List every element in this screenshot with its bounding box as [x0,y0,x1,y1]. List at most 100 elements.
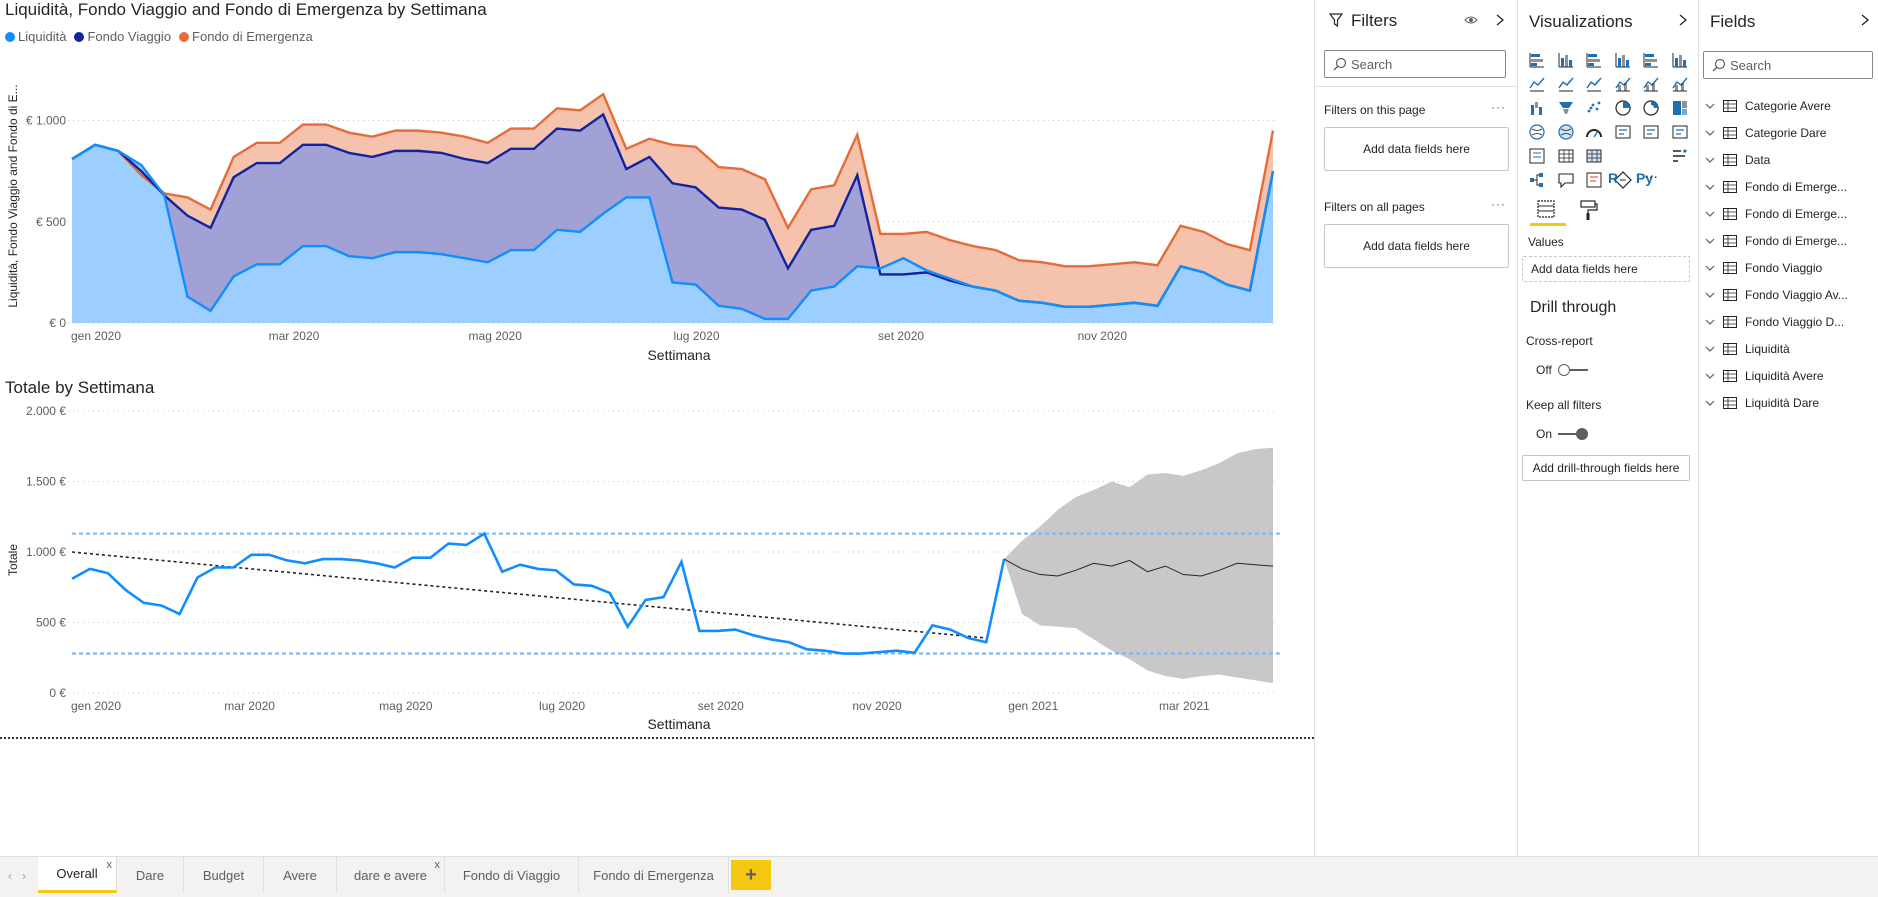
collapse-visualizations-icon[interactable] [1678,14,1688,26]
field-table-item[interactable]: Fondo Viaggio D... [1705,315,1844,329]
field-table-label: Data [1745,153,1771,167]
page-tab-fondo-di-viaggio[interactable]: Fondo di Viaggio [445,857,579,893]
next-page-icon[interactable]: › [22,869,26,883]
line-chart[interactable]: 2.000 € 1.500 € 1.000 € 500 € 0 € gen 2020 mar… [0,380,1314,740]
drill-through-drop-zone[interactable]: Add drill-through fields here [1522,455,1690,481]
chevron-down-icon[interactable] [1705,182,1715,192]
table-icon[interactable] [1557,147,1575,165]
multi-row-card-icon[interactable] [1642,123,1660,141]
area-chart[interactable]: € 1.000 € 500 € 0 gen 2020 mar 2020 mag 2020 l… [0,0,1314,370]
page-tab-label: Fondo di Viaggio [462,867,561,883]
page-tab-dare[interactable]: Dare [117,857,184,893]
more-options-icon[interactable]: ··· [1491,197,1506,211]
fields-search-input[interactable]: Search [1703,51,1873,79]
table-icon [1723,370,1737,382]
field-table-item[interactable]: Liquidità [1705,342,1790,356]
collapse-fields-icon[interactable] [1860,14,1870,26]
close-tab-icon[interactable]: x [435,859,441,871]
line-and-clustered-column-icon[interactable] [1642,75,1660,93]
ribbon-chart-icon[interactable] [1671,75,1689,93]
gauge-icon[interactable] [1585,123,1603,141]
donut-chart-icon[interactable] [1642,99,1660,117]
pie-chart-icon[interactable] [1614,99,1632,117]
page-tab-fondo-di-emergenza[interactable]: Fondo di Emergenza [579,857,729,893]
field-table-item[interactable]: Categorie Dare [1705,126,1826,140]
chevron-down-icon[interactable] [1705,290,1715,300]
keep-all-filters-toggle[interactable]: On [1536,427,1589,441]
stacked-area-chart-icon[interactable] [1585,75,1603,93]
field-table-item[interactable]: Categorie Avere [1705,99,1831,113]
x-axis-title: Settimana [647,716,710,732]
page-tab-overall[interactable]: Overall x [38,857,117,893]
filters-search-input[interactable]: Search [1324,50,1506,78]
filter-icon [1329,13,1343,27]
waterfall-chart-icon[interactable] [1528,99,1546,117]
more-visuals-icon[interactable]: ··· [1644,168,1658,184]
chevron-down-icon[interactable] [1705,236,1715,246]
eye-icon[interactable] [1464,14,1478,26]
more-options-icon[interactable]: ··· [1491,100,1506,114]
chevron-down-icon[interactable] [1705,128,1715,138]
field-table-item[interactable]: Fondo di Emerge... [1705,207,1847,221]
kpi-icon[interactable] [1671,123,1689,141]
collapse-filters-icon[interactable] [1495,14,1505,26]
chevron-down-icon[interactable] [1705,263,1715,273]
qa-icon[interactable] [1557,171,1575,189]
key-influencers-icon[interactable] [1671,147,1689,165]
100-stacked-bar-chart-icon[interactable] [1642,51,1660,69]
page-tab-avere[interactable]: Avere [264,857,337,893]
format-paint-roller-icon[interactable] [1578,199,1598,221]
funnel-chart-icon[interactable] [1557,99,1575,117]
field-table-item[interactable]: Fondo Viaggio Av... [1705,288,1848,302]
x-tick-label: mag 2020 [469,329,523,343]
chevron-down-icon[interactable] [1705,209,1715,219]
line-chart-icon[interactable] [1528,75,1546,93]
search-placeholder: Search [1351,57,1393,72]
area-chart-icon[interactable] [1557,75,1575,93]
page-tab-dare-e-avere[interactable]: dare e avere x [337,857,445,893]
field-table-item[interactable]: Fondo di Emerge... [1705,234,1847,248]
chevron-down-icon[interactable] [1705,398,1715,408]
chevron-down-icon[interactable] [1705,155,1715,165]
card-icon[interactable] [1614,123,1632,141]
decomposition-tree-icon[interactable] [1528,171,1546,189]
stacked-column-chart-icon[interactable] [1557,51,1575,69]
treemap-icon[interactable] [1671,99,1689,117]
line-and-stacked-column-icon[interactable] [1614,75,1632,93]
chevron-down-icon[interactable] [1705,371,1715,381]
matrix-icon[interactable] [1585,147,1603,165]
field-table-item[interactable]: Liquidità Dare [1705,396,1819,410]
report-canvas: Liquidità, Fondo Viaggio and Fondo di Em… [0,0,1314,856]
stacked-bar-chart-icon[interactable] [1528,51,1546,69]
smart-narrative-icon[interactable] [1585,171,1603,189]
previous-page-icon[interactable]: ‹ [8,869,12,883]
clustered-column-chart-icon[interactable] [1614,51,1632,69]
chevron-down-icon[interactable] [1705,101,1715,111]
active-tab-indicator [1530,223,1566,226]
close-tab-icon[interactable]: x [107,859,113,871]
scatter-chart-icon[interactable] [1585,99,1603,117]
page-tab-budget[interactable]: Budget [184,857,264,893]
field-table-item[interactable]: Fondo Viaggio [1705,261,1822,275]
table-icon [1723,127,1737,139]
fields-tab-icon[interactable] [1536,199,1556,219]
x-tick-label: gen 2020 [71,699,121,713]
filters-page-drop-zone[interactable]: Add data fields here [1324,127,1509,171]
filled-map-icon[interactable] [1557,123,1575,141]
field-table-item[interactable]: Liquidità Avere [1705,369,1824,383]
field-table-label: Categorie Dare [1745,126,1827,140]
map-icon[interactable] [1528,123,1546,141]
table-icon [1723,154,1737,166]
chevron-down-icon[interactable] [1705,344,1715,354]
values-drop-zone[interactable]: Add data fields here [1522,256,1690,282]
r-script-visual-icon[interactable]: R [1608,170,1626,188]
field-table-item[interactable]: Data [1705,153,1770,167]
filters-all-pages-drop-zone[interactable]: Add data fields here [1324,224,1509,268]
100-stacked-column-chart-icon[interactable] [1671,51,1689,69]
slicer-icon[interactable] [1528,147,1546,165]
chevron-down-icon[interactable] [1705,317,1715,327]
field-table-item[interactable]: Fondo di Emerge... [1705,180,1847,194]
add-page-button[interactable]: + [731,860,771,890]
clustered-bar-chart-icon[interactable] [1585,51,1603,69]
cross-report-toggle[interactable]: Off [1536,363,1588,377]
